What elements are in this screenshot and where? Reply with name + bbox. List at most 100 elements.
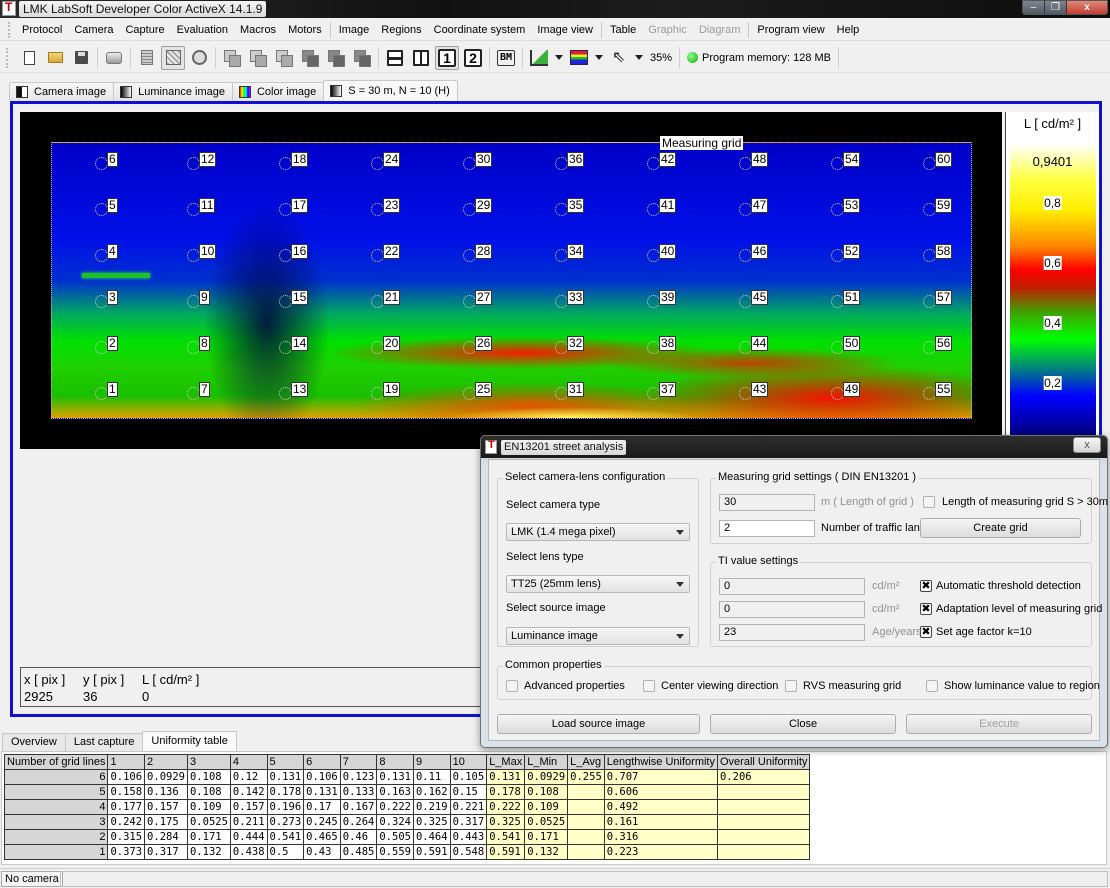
table-cell[interactable]: 0.167: [339, 799, 378, 815]
table-cell[interactable]: 0.211: [229, 814, 268, 830]
table-cell[interactable]: 0.0929: [524, 769, 569, 785]
table-cell[interactable]: 0.171: [186, 829, 231, 845]
age-field[interactable]: 23: [719, 624, 865, 641]
table-cell[interactable]: 0.325: [412, 814, 451, 830]
table-cell[interactable]: 0.15: [449, 784, 488, 800]
table-cell[interactable]: 0.548: [449, 844, 488, 860]
vertical-split-button[interactable]: [409, 46, 433, 70]
table-cell[interactable]: 0.46: [339, 829, 378, 845]
table-column-header[interactable]: Overall Uniformity: [716, 754, 811, 770]
color-palette-button[interactable]: [567, 46, 591, 70]
table-cell[interactable]: 0.123: [339, 769, 378, 785]
table-cell[interactable]: 0.485: [339, 844, 378, 860]
linear-scale-button[interactable]: [527, 46, 551, 70]
table-cell[interactable]: 5: [3, 784, 109, 800]
table-cell[interactable]: 0.438: [229, 844, 268, 860]
table-cell[interactable]: 0.108: [186, 769, 231, 785]
table-column-header[interactable]: 9: [412, 754, 451, 770]
table-cell[interactable]: 0.132: [524, 844, 569, 860]
table-cell[interactable]: 0.11: [412, 769, 451, 785]
table-column-header[interactable]: L_Max: [486, 754, 526, 770]
table-cell[interactable]: 0.0525: [186, 814, 231, 830]
table-cell[interactable]: 0.133: [339, 784, 378, 800]
table-cell[interactable]: [716, 829, 811, 845]
table-column-header[interactable]: 3: [186, 754, 231, 770]
table-cell[interactable]: 0.162: [412, 784, 451, 800]
table-cell[interactable]: [567, 814, 605, 830]
table-cell[interactable]: 0.505: [376, 829, 414, 845]
luminance-image-canvas[interactable]: 1 2 3 4 5 6 7 8 9 10 11 12 13 14 15 16 17 18 19 20 21 22 23 24 2…: [20, 112, 1002, 449]
table-cell[interactable]: [716, 844, 811, 860]
stack-3-button[interactable]: [272, 46, 296, 70]
table-cell[interactable]: 0.5: [266, 844, 305, 860]
menu-help[interactable]: Help: [831, 24, 866, 36]
table-cell[interactable]: 0.108: [186, 784, 231, 800]
table-cell[interactable]: 0.591: [412, 844, 451, 860]
table-cell[interactable]: 0.373: [107, 844, 146, 860]
table-cell[interactable]: 1: [3, 844, 109, 860]
restore-button[interactable]: ❐: [1045, 1, 1067, 14]
table-column-header[interactable]: 10: [449, 754, 488, 770]
menu-camera[interactable]: Camera: [68, 24, 119, 36]
table-cell[interactable]: [567, 829, 605, 845]
linear-scale-dropdown-icon[interactable]: [555, 55, 563, 60]
table-cell[interactable]: 0.245: [303, 814, 341, 830]
table-cell[interactable]: [567, 844, 605, 860]
rvs-grid-checkbox[interactable]: [785, 680, 797, 692]
dialog-titlebar[interactable]: EN13201 street analysis: [485, 438, 627, 456]
menu-capture[interactable]: Capture: [119, 24, 170, 36]
table-column-header[interactable]: 7: [339, 754, 378, 770]
table-cell[interactable]: 0.541: [486, 829, 526, 845]
toolbar-grip[interactable]: [6, 47, 10, 68]
table-cell[interactable]: 0.315: [107, 829, 146, 845]
stack-2-button[interactable]: [246, 46, 270, 70]
table-cell[interactable]: 0.492: [603, 799, 718, 815]
table-cell[interactable]: 0.444: [229, 829, 268, 845]
bm-button[interactable]: BM: [494, 46, 518, 70]
table-cell[interactable]: 0.264: [339, 814, 378, 830]
traffic-lanes-field[interactable]: 2: [719, 520, 815, 537]
lens-type-select[interactable]: TT25 (25mm lens): [506, 575, 690, 593]
table-cell[interactable]: 0.255: [567, 769, 605, 785]
advanced-properties-checkbox[interactable]: [506, 680, 518, 692]
menu-regions[interactable]: Regions: [375, 24, 427, 36]
menu-graphic[interactable]: Graphic: [642, 24, 693, 36]
table-cell[interactable]: 0.707: [603, 769, 718, 785]
close-dialog-button[interactable]: Close: [710, 714, 896, 734]
table-cell[interactable]: 0.177: [107, 799, 146, 815]
load-source-image-button[interactable]: Load source image: [497, 714, 700, 734]
table-cell[interactable]: 0.222: [486, 799, 526, 815]
open-button[interactable]: [43, 46, 67, 70]
menu-image-view[interactable]: Image view: [531, 24, 599, 36]
print-button[interactable]: [102, 46, 126, 70]
table-cell[interactable]: 0.443: [449, 829, 488, 845]
table-cell[interactable]: 0.559: [376, 844, 414, 860]
table-cell[interactable]: 0.606: [603, 784, 718, 800]
stack-4-button[interactable]: [298, 46, 322, 70]
table-cell[interactable]: [716, 799, 811, 815]
table-cell[interactable]: [716, 814, 811, 830]
dialog-close-button[interactable]: x: [1073, 437, 1101, 453]
tab-luminance-image[interactable]: Luminance image: [113, 82, 233, 101]
table-cell[interactable]: 0.106: [107, 769, 146, 785]
pointer-dropdown-icon[interactable]: [635, 55, 643, 60]
table-cell[interactable]: 0.464: [412, 829, 451, 845]
threshold-field[interactable]: 0: [719, 578, 865, 595]
source-image-select[interactable]: Luminance image: [506, 627, 690, 645]
table-cell[interactable]: 4: [3, 799, 109, 815]
table-cell[interactable]: 3: [3, 814, 109, 830]
table-cell[interactable]: 0.284: [144, 829, 188, 845]
tab-measuring-grid-image[interactable]: S = 30 m, N = 10 (H): [323, 80, 458, 101]
table-cell[interactable]: 0.108: [524, 784, 569, 800]
pointer-button[interactable]: [607, 46, 631, 70]
color-palette-dropdown-icon[interactable]: [595, 55, 603, 60]
table-cell[interactable]: 0.131: [303, 784, 341, 800]
table-cell[interactable]: 0.131: [376, 769, 414, 785]
table-cell[interactable]: 0.242: [107, 814, 146, 830]
table-cell[interactable]: 6: [3, 769, 109, 785]
table-cell[interactable]: 0.223: [603, 844, 718, 860]
table-column-header[interactable]: Lengthwise Uniformity: [603, 754, 718, 770]
show-luminance-checkbox[interactable]: [926, 680, 938, 692]
menu-motors[interactable]: Motors: [282, 24, 328, 36]
table-cell[interactable]: 0.206: [716, 769, 811, 785]
